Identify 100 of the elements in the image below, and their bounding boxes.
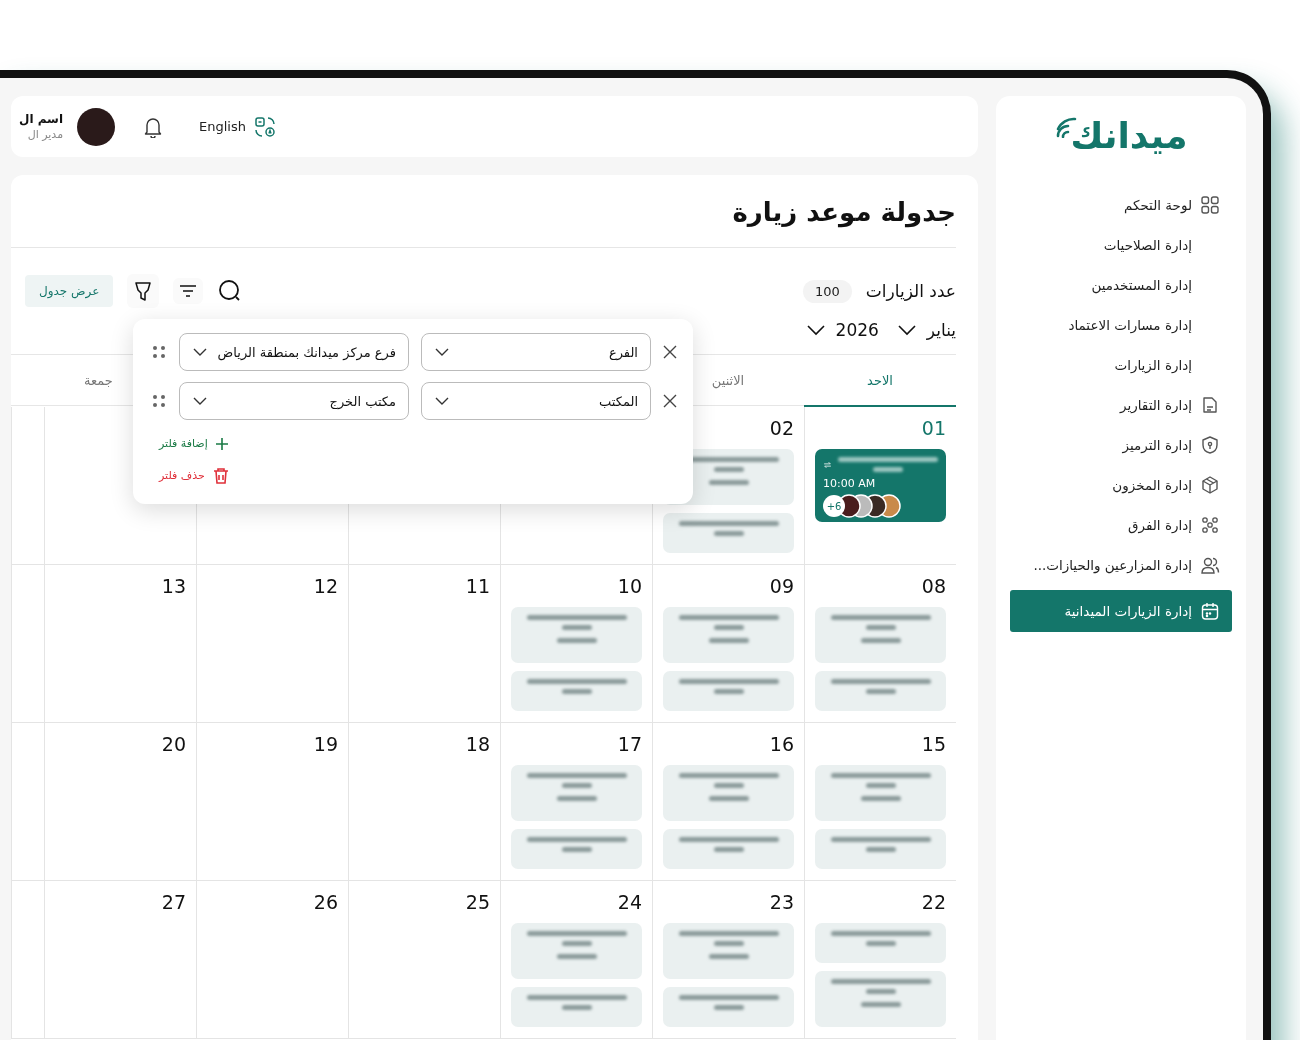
blurred-event-card[interactable] [663, 923, 794, 979]
day-cell[interactable]: 25 [348, 881, 500, 1038]
day-cell[interactable]: 27 [44, 881, 196, 1038]
nav-item[interactable]: إدارة الصلاحيات [1010, 225, 1232, 264]
blurred-event-card[interactable] [663, 607, 794, 663]
day-cell[interactable]: 24 [500, 881, 652, 1038]
day-number: 13 [160, 575, 186, 599]
page-title: جدولة موعد زيارة [731, 196, 956, 230]
chevron-down-icon [434, 396, 450, 406]
close-icon[interactable] [663, 394, 677, 408]
day-number: 18 [464, 733, 490, 757]
blurred-event-card[interactable] [815, 765, 946, 821]
blurred-event-card[interactable] [511, 923, 642, 979]
language-link[interactable]: English [199, 115, 276, 138]
team-icon [1200, 514, 1220, 535]
nav-item[interactable]: إدارة الزيارات الميدانية [1010, 589, 1232, 632]
box-icon [1200, 474, 1220, 495]
blurred-event-card[interactable] [815, 971, 946, 1027]
day-cell[interactable]: 09 [652, 565, 804, 722]
day-cell[interactable]: 26 [196, 881, 348, 1038]
day-cell[interactable]: 13 [44, 565, 196, 722]
blurred-event-card[interactable] [663, 987, 794, 1027]
blurred-event-card[interactable] [511, 987, 642, 1027]
visits-count: 100 [803, 279, 852, 303]
blurred-event-card[interactable] [815, 671, 946, 711]
chevron-down-icon [805, 324, 826, 336]
blurred-event-card[interactable] [663, 513, 794, 553]
day-number: 15 [920, 733, 946, 757]
day-cell[interactable]: 19 [196, 723, 348, 880]
blurred-event-card[interactable] [511, 607, 642, 663]
blurred-event-card[interactable] [815, 829, 946, 869]
event-card[interactable]: 10:00 AM +6 [815, 449, 946, 522]
day-cell[interactable]: 01 10:00 AM +6 [804, 407, 956, 564]
weekday-tab[interactable]: جمعة [84, 372, 113, 388]
document-icon [1200, 394, 1220, 415]
add-filter-link[interactable]: إضافة فلتر [159, 437, 238, 450]
filter-icon[interactable] [127, 274, 160, 308]
day-number: 19 [312, 733, 338, 757]
day-cell[interactable]: 18 [348, 723, 500, 880]
day-number: 12 [312, 575, 338, 599]
day-cell[interactable]: 22 [804, 881, 956, 1038]
day-number: 26 [312, 891, 338, 915]
day-cell[interactable]: 16 [652, 723, 804, 880]
plus-icon [215, 437, 228, 450]
year-dropdown[interactable]: 2026 [805, 320, 879, 340]
nav-item[interactable]: إدارة الزيارات [1010, 345, 1232, 384]
day-number: 02 [768, 417, 794, 441]
filter-field-select[interactable]: المكتب [421, 382, 651, 420]
nav-item[interactable]: إدارة الفرق [1010, 505, 1232, 544]
delete-filter-link[interactable]: حذف فلتر [159, 467, 239, 484]
filter-value-select[interactable]: فرع مركز ميدانك بمنطقة الرياض [179, 333, 409, 371]
day-number: 23 [768, 891, 794, 915]
day-cell[interactable]: 20 [44, 723, 196, 880]
day-cell[interactable]: 12 [196, 565, 348, 722]
day-number: 01 [920, 417, 946, 441]
blurred-event-card[interactable] [511, 829, 642, 869]
blurred-event-card[interactable] [815, 607, 946, 663]
nav-item[interactable]: لوحة التحكم [1010, 185, 1232, 224]
chevron-down-icon [192, 396, 208, 406]
nav-item[interactable]: إدارة مسارات الاعتماد [1010, 305, 1232, 344]
chevron-down-icon [896, 324, 917, 336]
shield-icon [1200, 434, 1220, 455]
close-icon[interactable] [663, 345, 677, 359]
blurred-event-card[interactable] [663, 765, 794, 821]
day-cell[interactable]: 17 [500, 723, 652, 880]
chevron-down-icon [434, 347, 450, 357]
nav-item[interactable]: إدارة المستخدمين [1010, 265, 1232, 304]
bell-icon[interactable] [143, 115, 164, 138]
avatar[interactable] [77, 107, 116, 146]
day-cell[interactable]: 10 [500, 565, 652, 722]
drag-handle-icon[interactable] [151, 393, 167, 409]
day-cell[interactable]: 23 [652, 881, 804, 1038]
blurred-event-card[interactable] [511, 765, 642, 821]
blurred-event-card[interactable] [815, 923, 946, 963]
month-dropdown[interactable]: يناير [896, 320, 956, 340]
drag-handle-icon[interactable] [151, 344, 167, 360]
day-number: 25 [464, 891, 490, 915]
day-number: 08 [920, 575, 946, 599]
day-number: 16 [768, 733, 794, 757]
blurred-event-card[interactable] [663, 829, 794, 869]
day-number: 09 [768, 575, 794, 599]
day-cell[interactable]: 08 [804, 565, 956, 722]
more-count: +6 [823, 495, 845, 517]
blurred-event-card[interactable] [511, 671, 642, 711]
filter-field-select[interactable]: الفرع [421, 333, 651, 371]
day-cell[interactable]: 11 [348, 565, 500, 722]
chevron-down-icon [192, 347, 208, 357]
table-view-button[interactable]: عرض جدول [25, 275, 114, 307]
nav-item[interactable]: إدارة المخزون [1010, 465, 1232, 504]
weekday-tab[interactable]: الاحد [867, 372, 893, 388]
filter-value-select[interactable]: مكتب الخرج [179, 382, 409, 420]
day-number: 22 [920, 891, 946, 915]
sort-icon[interactable] [173, 278, 204, 304]
nav-item[interactable]: إدارة المزارعين والحيازات... [1010, 545, 1232, 584]
nav-item[interactable]: إدارة الترميز [1010, 425, 1232, 464]
nav-item[interactable]: إدارة التقارير [1010, 385, 1232, 424]
day-number: 27 [160, 891, 186, 915]
blurred-event-card[interactable] [663, 671, 794, 711]
day-cell[interactable]: 15 [804, 723, 956, 880]
weekday-tab[interactable]: الاثنين [711, 372, 745, 388]
